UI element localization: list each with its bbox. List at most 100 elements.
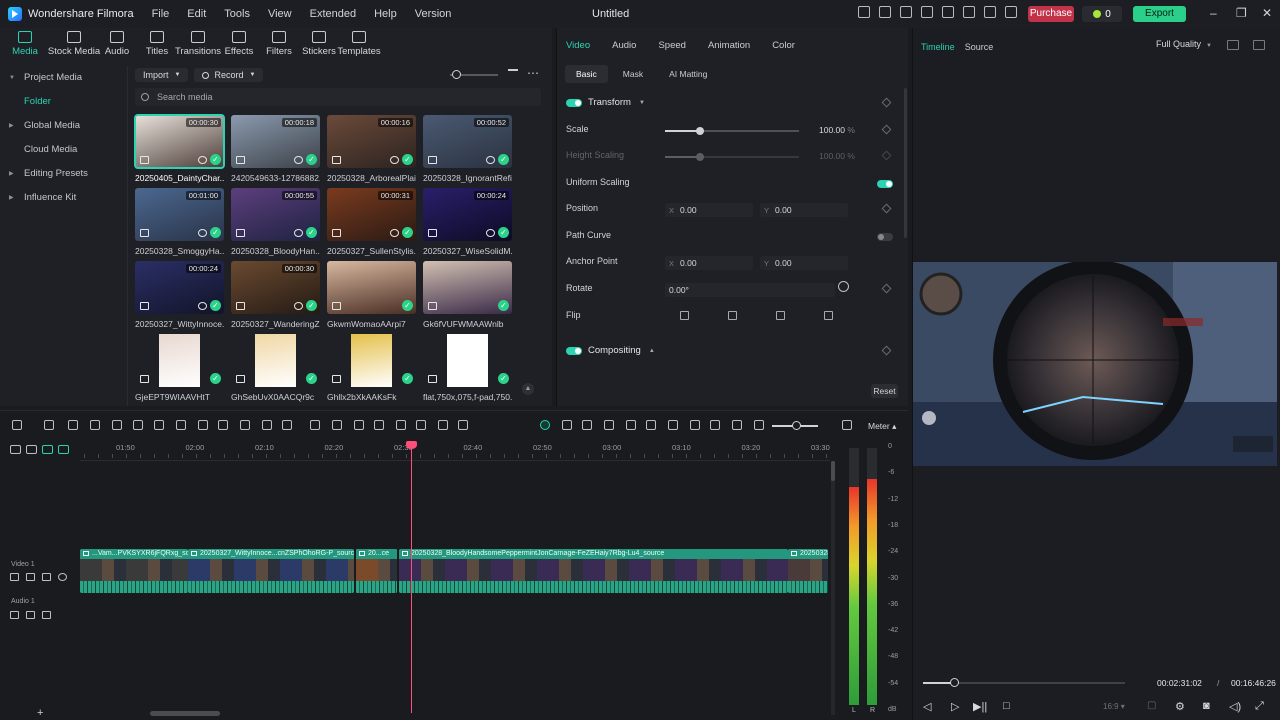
media-item[interactable]: ✓ Gk6fVUFWMAAWnlb (423, 261, 512, 329)
media-item[interactable]: 00:00:30 ✓ 20250405_DaintyChar... (134, 114, 225, 183)
transform-section-header[interactable]: Transform ▼ (566, 97, 645, 108)
preview-icon[interactable] (390, 156, 399, 164)
render-icon[interactable] (540, 420, 550, 430)
expand-icon[interactable]: ⤢ (1255, 700, 1264, 713)
color-match-icon[interactable] (396, 420, 406, 430)
media-item[interactable]: ✓ GkwmWomaoAArpi7 (327, 261, 416, 329)
media-item[interactable]: ✓ GhSebUvX0AACQr9c (231, 334, 320, 402)
minimize-icon[interactable]: – (1210, 6, 1217, 20)
media-item[interactable]: 00:01:00 ✓ 20250328_SmoggyHa... (135, 188, 224, 256)
media-item[interactable]: 00:00:18 ✓ 2420549633-12786882... (231, 115, 320, 183)
tab-source-player[interactable]: Source (965, 42, 994, 52)
export-button[interactable]: Export (1133, 6, 1186, 22)
timeline-ruler[interactable]: 01:50 02:00 02:10 02:20 02:30 02:40 02:50 03:00… (80, 439, 830, 461)
cloud-icon[interactable] (900, 6, 912, 18)
eye-icon[interactable] (58, 573, 67, 581)
mask-icon[interactable] (438, 420, 448, 430)
prev-frame-icon[interactable]: ◁ (923, 700, 931, 713)
tab-templates[interactable]: Templates (337, 28, 381, 62)
tab-transitions[interactable]: Transitions (175, 28, 221, 62)
gift-icon[interactable] (858, 6, 870, 18)
video-preview[interactable] (913, 262, 1277, 466)
reverse-icon[interactable] (262, 420, 272, 430)
tab-color[interactable]: Color (772, 40, 795, 51)
save-icon[interactable] (942, 6, 954, 18)
media-item[interactable]: ✓ flat,750x,075,f-pad,750... (423, 334, 512, 402)
speed-ramp-icon[interactable] (240, 420, 250, 430)
menu-view[interactable]: View (268, 8, 292, 20)
media-item[interactable]: 00:00:55 ✓ 20250328_BloodyHan... (231, 188, 320, 256)
timeline-clip[interactable]: 20250328_BloodyHandsomePeppermintJonCarn… (399, 549, 788, 593)
menu-tools[interactable]: Tools (224, 8, 250, 20)
media-item[interactable]: 00:00:24 ✓ 20250327_WiseSolidM... (423, 188, 512, 256)
link-icon[interactable] (26, 445, 37, 454)
close-icon[interactable]: ✕ (1262, 6, 1272, 20)
sidebar-item-editing-presets[interactable]: ▶ Editing Presets (0, 162, 127, 186)
path-curve-toggle[interactable] (877, 233, 893, 241)
tab-audio[interactable]: Audio (97, 28, 137, 62)
download-icon[interactable] (963, 6, 975, 18)
position-y-field[interactable]: Y 0.00 (760, 203, 848, 217)
uniform-scaling-toggle[interactable] (877, 180, 893, 188)
ai-audio-icon[interactable] (310, 420, 320, 430)
quality-dropdown[interactable]: Full Quality ▼ (1156, 39, 1212, 49)
media-item[interactable]: 00:00:24 ✓ 20250327_WittyInnoce... (135, 261, 224, 329)
preview-icon[interactable] (486, 156, 495, 164)
send-icon[interactable] (879, 6, 891, 18)
tab-timeline-player[interactable]: Timeline (921, 42, 955, 52)
rotate-dial-icon[interactable] (838, 281, 849, 292)
aspect-ratio-dropdown[interactable]: 16:9 ▾ (1103, 702, 1125, 711)
sidebar-item-project-media[interactable]: ▼ Project Media (0, 66, 127, 90)
ai-tools-icon[interactable] (198, 420, 208, 430)
text-icon[interactable] (176, 420, 186, 430)
auto-beat-icon[interactable] (626, 420, 636, 430)
properties-scrollbar[interactable] (904, 88, 907, 238)
media-item[interactable]: ✓ GjeEPT9WIAAVHtT (135, 334, 224, 402)
preview-icon[interactable] (486, 229, 495, 237)
position-x-field[interactable]: X 0.00 (665, 203, 753, 217)
split-screen-icon[interactable] (710, 420, 720, 430)
rotate-field[interactable]: 0.00° (665, 283, 835, 297)
freeze-frame-icon[interactable] (282, 420, 292, 430)
search-input[interactable] (157, 92, 517, 102)
timeline-horizontal-scrollbar[interactable] (150, 711, 220, 716)
add-track-icon[interactable] (10, 445, 21, 454)
import-button[interactable]: Import ▼ (135, 68, 189, 82)
credits-badge[interactable]: 0 (1082, 6, 1122, 22)
scale-slider[interactable] (665, 127, 799, 135)
tab-filters[interactable]: Filters (259, 28, 299, 62)
subtab-ai-matting[interactable]: AI Matting (658, 65, 718, 83)
media-item[interactable]: ✓ Ghllx2bXkAAKsFk (327, 334, 416, 402)
snapshot-icon[interactable] (1227, 40, 1239, 50)
slider-knob[interactable] (792, 421, 801, 430)
marker-icon[interactable]: ▢ (1147, 700, 1156, 711)
thumbnail-size-slider[interactable] (450, 70, 498, 79)
mute-icon[interactable] (26, 573, 35, 581)
slider-knob[interactable] (696, 127, 704, 135)
redo-icon[interactable] (90, 420, 100, 430)
crop-icon[interactable] (154, 420, 164, 430)
undo-icon[interactable] (68, 420, 78, 430)
motion-track-icon[interactable] (416, 420, 426, 430)
zoom-in-icon[interactable] (842, 420, 852, 430)
media-item[interactable]: 00:00:16 ✓ 20250328_ArborealPlai... (327, 115, 416, 183)
select-icon[interactable] (44, 420, 54, 430)
reset-button[interactable]: Reset (871, 384, 898, 398)
timeline-zoom-slider[interactable] (772, 421, 818, 430)
preview-icon[interactable] (294, 302, 303, 310)
audio-mixer-icon[interactable] (690, 420, 700, 430)
timeline-clip[interactable]: 20...ce (356, 549, 397, 593)
preview-icon[interactable] (198, 156, 207, 164)
stabilize-icon[interactable] (374, 420, 384, 430)
tab-audio-props[interactable]: Audio (612, 40, 636, 51)
compositing-toggle[interactable] (566, 346, 582, 355)
multi-cam-icon[interactable] (582, 420, 592, 430)
anchor-y-field[interactable]: Y 0.00 (760, 256, 848, 270)
magnet-snap-icon[interactable] (42, 445, 53, 454)
layout-icon[interactable] (1005, 6, 1017, 18)
camera-icon[interactable]: ◙ (1203, 700, 1210, 712)
microphone-icon[interactable] (668, 420, 678, 430)
progress-knob[interactable] (950, 678, 959, 687)
zoom-out-icon[interactable] (754, 420, 764, 430)
play-pause-icon[interactable]: ▶|| (973, 700, 987, 713)
